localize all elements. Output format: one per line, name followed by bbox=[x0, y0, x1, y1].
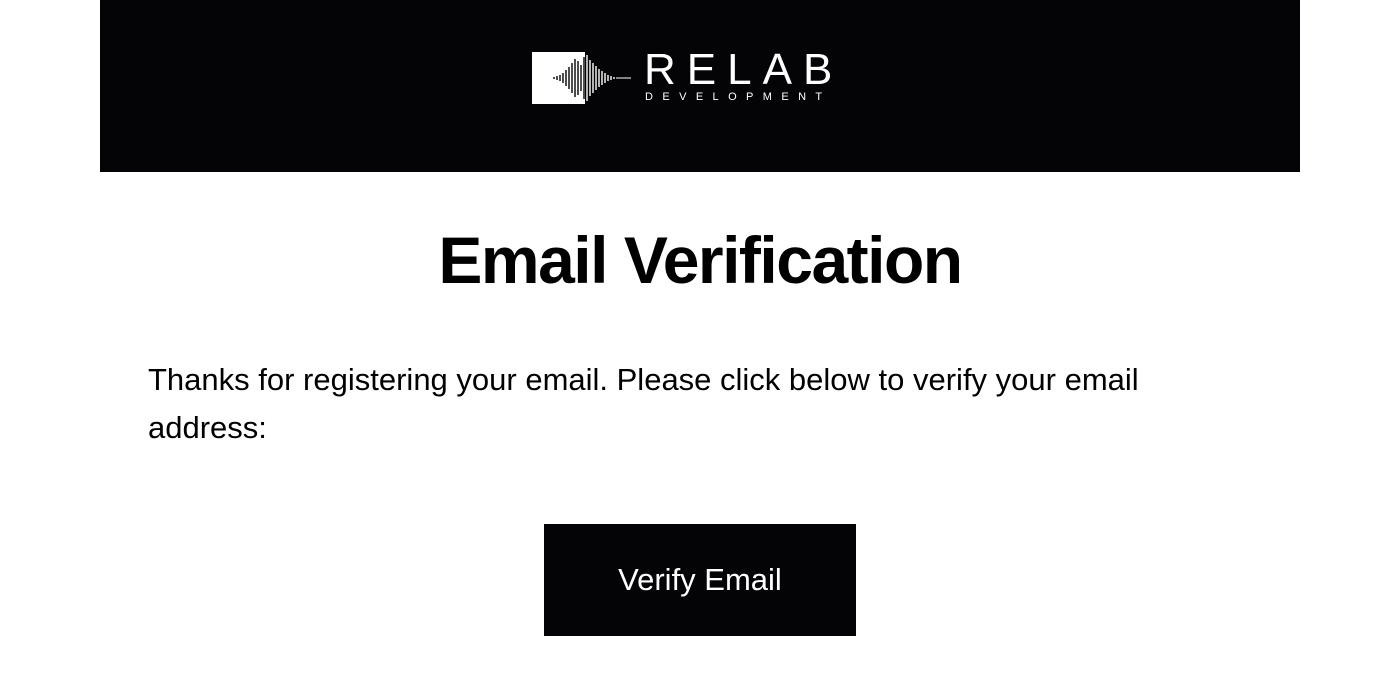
relab-logo: RELAB DEVELOPMENT bbox=[532, 48, 872, 106]
logo-wordmark: RELAB bbox=[644, 45, 844, 94]
header-banner: RELAB DEVELOPMENT bbox=[100, 0, 1300, 172]
soundwave-logo-icon bbox=[532, 52, 631, 104]
verify-email-button[interactable]: Verify Email bbox=[544, 524, 856, 636]
logo-tagline: DEVELOPMENT bbox=[645, 91, 832, 103]
page-title: Email Verification bbox=[438, 223, 963, 297]
verification-message: Thanks for registering your email. Pleas… bbox=[148, 362, 1139, 445]
email-page: RELAB DEVELOPMENT Email Verification Tha… bbox=[0, 0, 1394, 700]
